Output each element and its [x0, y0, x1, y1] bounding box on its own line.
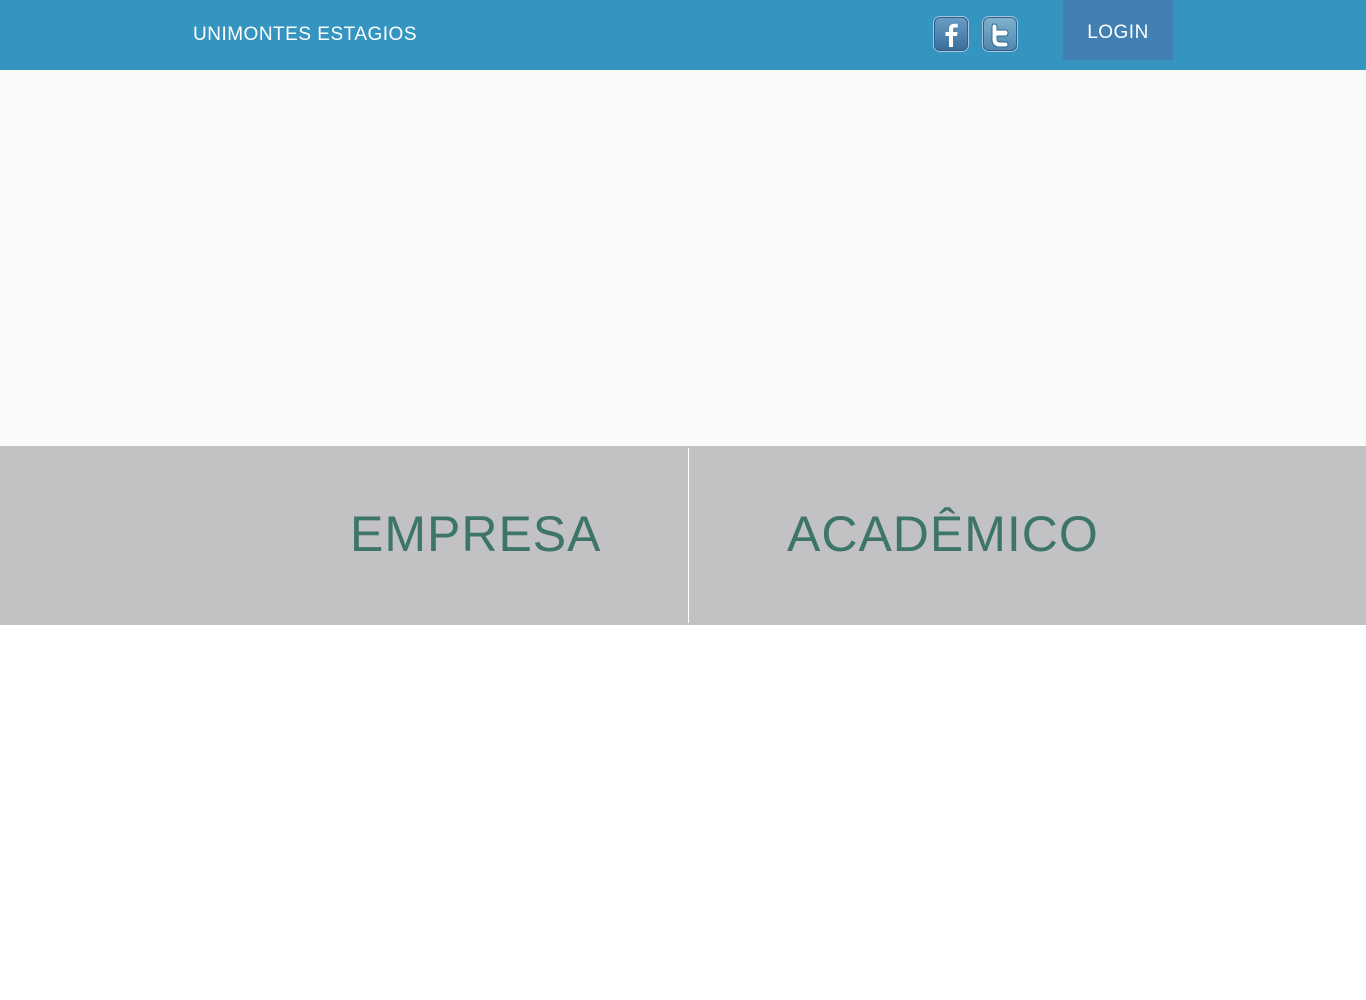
- top-navigation-bar: UNIMONTES ESTAGIOS LOGIN: [0, 0, 1366, 70]
- choice-divider: [688, 448, 689, 623]
- hero-banner: [0, 70, 1366, 446]
- login-button[interactable]: LOGIN: [1063, 0, 1173, 60]
- academico-option[interactable]: ACADÊMICO: [787, 504, 1099, 564]
- user-type-selector: EMPRESA ACADÊMICO: [0, 446, 1366, 625]
- site-brand[interactable]: UNIMONTES ESTAGIOS: [193, 24, 417, 46]
- empresa-option[interactable]: EMPRESA: [350, 504, 602, 564]
- twitter-icon[interactable]: [983, 17, 1017, 51]
- facebook-icon[interactable]: [934, 17, 968, 51]
